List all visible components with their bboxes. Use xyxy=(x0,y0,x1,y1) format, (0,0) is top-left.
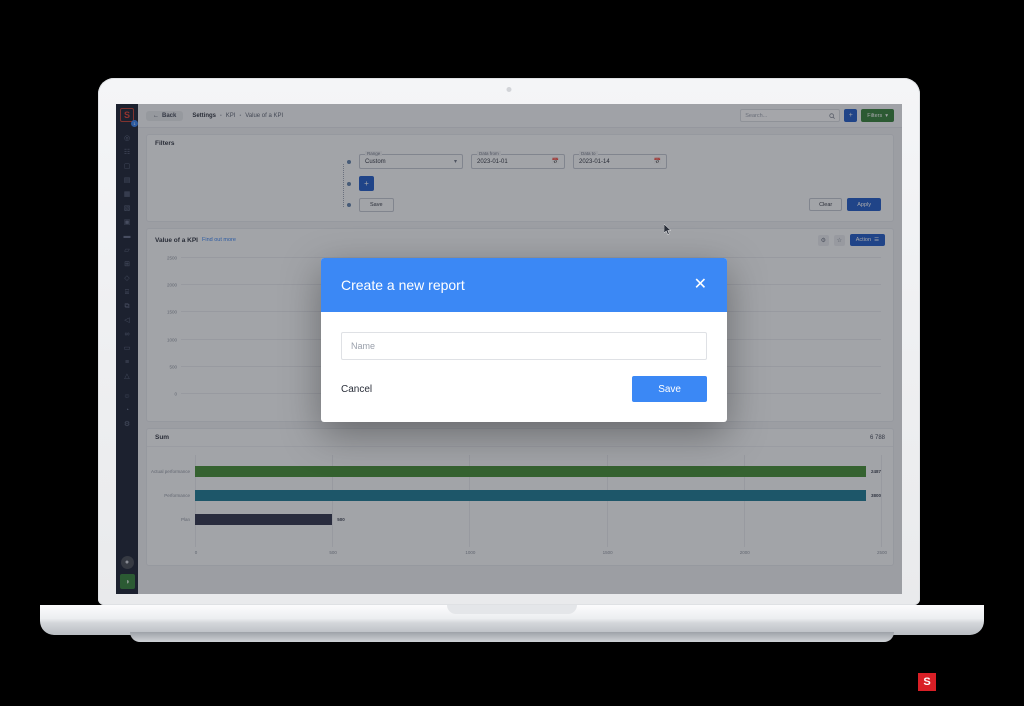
webcam-icon xyxy=(506,87,512,92)
create-report-modal: Create a new report ✕ Name Cancel Save xyxy=(321,258,727,422)
close-icon[interactable]: ✕ xyxy=(694,277,707,293)
modal-header: Create a new report ✕ xyxy=(321,258,727,312)
cancel-button[interactable]: Cancel xyxy=(341,384,372,395)
screenshot-scene: S 1 ◎ ☷ ▢ ▤ ▦ ▧ ▣ ▬ ▱ ⊞ ◇ ⌸ ⧉ ◁ ∞ ▭ ≡ △ … xyxy=(0,0,1024,706)
save-button[interactable]: Save xyxy=(632,376,707,402)
corner-logo-glyph: S xyxy=(923,675,931,688)
modal-title: Create a new report xyxy=(341,277,465,293)
report-name-input[interactable]: Name xyxy=(341,332,707,360)
laptop-foot xyxy=(130,632,894,642)
mouse-cursor xyxy=(664,224,672,235)
modal-body: Name xyxy=(321,312,727,360)
report-name-placeholder: Name xyxy=(351,341,376,351)
corner-logo: S xyxy=(918,673,936,691)
modal-footer: Cancel Save xyxy=(321,360,727,422)
laptop-base xyxy=(40,605,984,635)
